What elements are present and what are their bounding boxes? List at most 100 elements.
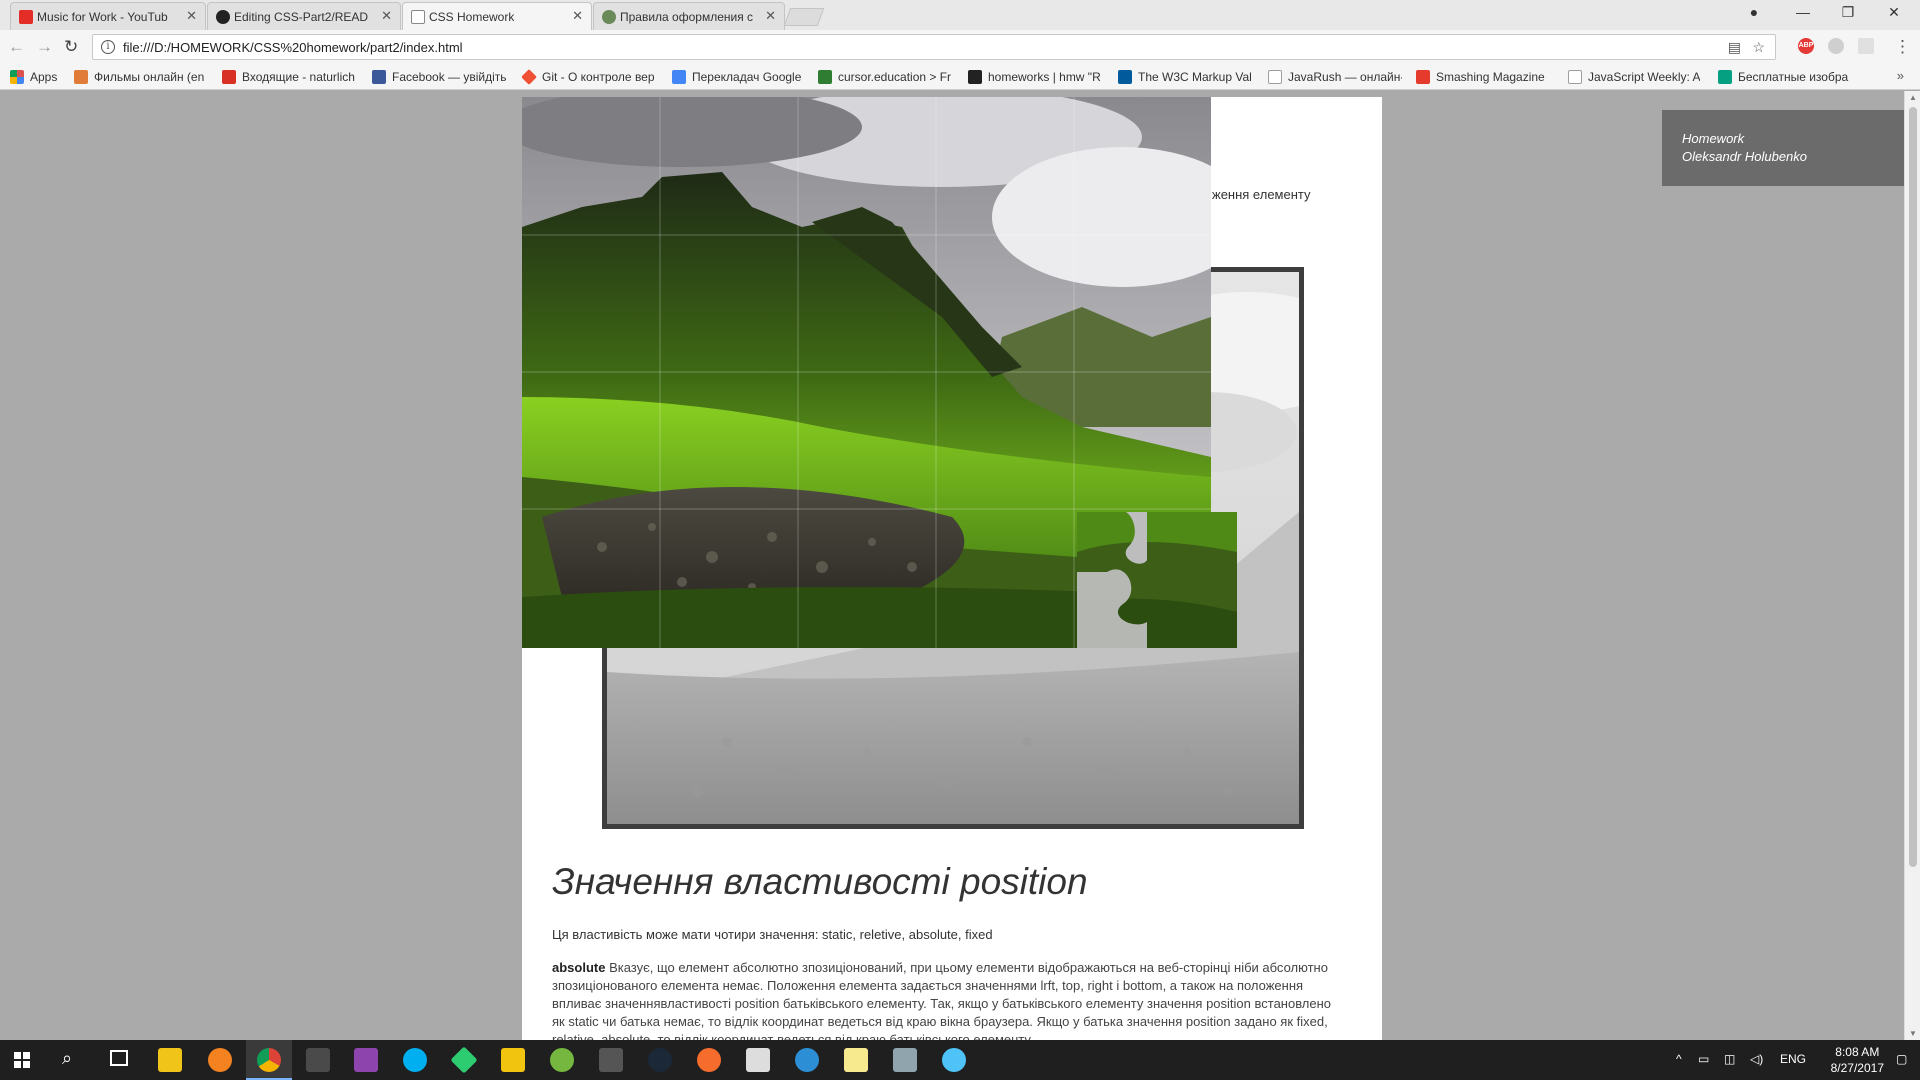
bookmark-label: Apps xyxy=(30,70,58,84)
sticky-notes-icon[interactable] xyxy=(844,1048,868,1072)
notepad-icon[interactable] xyxy=(746,1048,770,1072)
steam-icon[interactable] xyxy=(648,1048,672,1072)
windows-start-icon[interactable] xyxy=(14,1052,30,1068)
tab-editing-css[interactable]: Editing CSS-Part2/READ ✕ xyxy=(207,2,401,30)
close-icon[interactable]: ✕ xyxy=(765,8,776,24)
scroll-up-icon[interactable]: ▲ xyxy=(1909,93,1917,102)
utorrent-icon[interactable] xyxy=(550,1048,574,1072)
app-grid-icon[interactable] xyxy=(599,1048,623,1072)
sublime-text-icon[interactable] xyxy=(306,1048,330,1072)
apps-icon xyxy=(10,70,24,84)
translate-icon xyxy=(672,70,686,84)
vertical-scrollbar[interactable]: ▲ ▼ xyxy=(1904,91,1920,1040)
calculator-icon[interactable] xyxy=(893,1048,917,1072)
bookmark-icon xyxy=(818,70,832,84)
info-icon[interactable]: i xyxy=(101,40,115,54)
close-window-button[interactable]: ✕ xyxy=(1884,4,1904,21)
clock[interactable]: 8:08 AM 8/27/2017 xyxy=(1831,1044,1884,1076)
address-bar[interactable]: i file:///D:/HOMEWORK/CSS%20homework/par… xyxy=(92,34,1776,60)
language-indicator[interactable]: ENG xyxy=(1780,1052,1806,1066)
scroll-down-icon[interactable]: ▼ xyxy=(1909,1029,1917,1038)
note-line-homework: Homework xyxy=(1682,131,1745,146)
absolute-term: absolute xyxy=(552,960,606,975)
gmail-icon xyxy=(222,70,236,84)
sticky-app-icon[interactable] xyxy=(501,1048,525,1072)
bookmark-item[interactable]: JavaScript Weekly: A xyxy=(1568,69,1700,85)
adblock-icon[interactable]: ABP xyxy=(1798,38,1814,54)
address-url[interactable]: file:///D:/HOMEWORK/CSS%20homework/part2… xyxy=(123,40,463,55)
star-icon[interactable]: ☆ xyxy=(1752,39,1765,56)
more-bookmarks-button[interactable]: » xyxy=(1897,68,1904,83)
tray-expand-icon[interactable]: ^ xyxy=(1676,1052,1682,1066)
bookmark-apps[interactable]: Apps xyxy=(10,69,70,85)
close-icon[interactable]: ✕ xyxy=(572,8,583,24)
profile-icon[interactable]: ● xyxy=(1744,4,1764,20)
document-icon xyxy=(1268,70,1282,84)
windows-taskbar: ⌕ ^ ▭ ◫ ◁) ENG 8:08 AM 8/27/2017 ▢ xyxy=(0,1040,1920,1080)
tab-pravila[interactable]: Правила оформления с ✕ xyxy=(593,2,785,30)
clock-date: 8/27/2017 xyxy=(1830,1061,1884,1075)
browser-toolbar: ← → ↻ i file:///D:/HOMEWORK/CSS%20homewo… xyxy=(0,30,1920,64)
smashing-icon xyxy=(1416,70,1430,84)
bookmark-item[interactable]: Бесплатные изобра xyxy=(1718,69,1854,85)
paint-icon[interactable] xyxy=(942,1048,966,1072)
translate-icon[interactable]: ▤ xyxy=(1728,39,1741,56)
page-content: ження елементу Значення властивості posi… xyxy=(522,97,1382,1040)
bookmark-item[interactable]: homeworks | hmw "R xyxy=(968,69,1104,85)
network-icon[interactable]: ◫ xyxy=(1724,1052,1735,1066)
forward-icon[interactable]: → xyxy=(36,37,53,57)
puzzle-piece-svg xyxy=(1077,512,1237,648)
bookmark-item[interactable]: Входящие - naturlich xyxy=(222,69,362,85)
bookmark-label: Фильмы онлайн (en xyxy=(94,70,205,84)
scrollbar-thumb[interactable] xyxy=(1909,107,1917,867)
note-line-author: Oleksandr Holubenko xyxy=(1682,149,1808,164)
bookmark-item[interactable]: Git - О контроле вер xyxy=(522,69,658,85)
bookmark-item[interactable]: Перекладач Google xyxy=(672,69,812,85)
file-explorer-icon[interactable] xyxy=(158,1048,182,1072)
bookmark-label: homeworks | hmw "R xyxy=(988,70,1101,84)
volume-icon[interactable]: ◁) xyxy=(1750,1052,1763,1066)
avast-icon[interactable] xyxy=(208,1048,232,1072)
search-icon[interactable]: ⌕ xyxy=(62,1048,72,1069)
bookmark-item[interactable]: cursor.education > Fr xyxy=(818,69,954,85)
bookmark-label: JavaRush — онлайн- xyxy=(1288,70,1402,84)
new-tab-button[interactable] xyxy=(783,8,825,26)
bookmark-label: cursor.education > Fr xyxy=(838,70,952,84)
app-icon[interactable] xyxy=(354,1048,378,1072)
task-view-icon[interactable] xyxy=(110,1050,128,1066)
tab-title: CSS Homework xyxy=(429,9,515,24)
sourcetree-icon[interactable] xyxy=(450,1046,478,1074)
app-icon[interactable] xyxy=(795,1048,819,1072)
origin-icon[interactable] xyxy=(697,1048,721,1072)
page-viewport: ження елементу Значення властивості posi… xyxy=(0,91,1904,1040)
restore-button[interactable]: ❐ xyxy=(1838,4,1858,21)
close-icon[interactable]: ✕ xyxy=(186,8,197,24)
section-heading: Значення властивості position xyxy=(552,861,1088,902)
tab-css-homework[interactable]: CSS Homework ✕ xyxy=(402,2,592,30)
battery-icon[interactable]: ▭ xyxy=(1698,1052,1709,1066)
git-icon xyxy=(522,69,537,85)
skype-icon[interactable] xyxy=(403,1048,427,1072)
clock-time: 8:08 AM xyxy=(1835,1045,1880,1059)
bookmark-label: Входящие - naturlich xyxy=(242,70,355,84)
minimize-button[interactable]: — xyxy=(1793,4,1813,20)
youtube-icon xyxy=(19,10,33,24)
back-icon[interactable]: ← xyxy=(8,37,25,57)
reload-icon[interactable]: ↻ xyxy=(64,37,78,57)
bookmark-item[interactable]: Facebook — увійдіть xyxy=(372,69,510,85)
menu-icon[interactable]: ⋮ xyxy=(1894,37,1911,57)
github-icon xyxy=(216,10,230,24)
cast-icon[interactable] xyxy=(1858,38,1874,54)
tab-music-for-work[interactable]: Music for Work - YouTub ✕ xyxy=(10,2,206,30)
chrome-icon[interactable] xyxy=(257,1048,281,1072)
extension-icon[interactable] xyxy=(1828,38,1844,54)
bookmark-item[interactable]: Smashing Magazine xyxy=(1416,69,1550,85)
notifications-icon[interactable]: ▢ xyxy=(1896,1052,1907,1066)
bookmark-item[interactable]: JavaRush — онлайн- xyxy=(1268,69,1402,85)
tab-title: Правила оформления с xyxy=(620,9,754,24)
close-icon[interactable]: ✕ xyxy=(381,8,392,24)
bookmark-item[interactable]: The W3C Markup Val xyxy=(1118,69,1252,85)
bookmark-label: Бесплатные изобра xyxy=(1738,70,1849,84)
bookmark-item[interactable]: Фильмы онлайн (en xyxy=(74,69,212,85)
fixed-author-note: Homework Oleksandr Holubenko xyxy=(1662,110,1904,186)
